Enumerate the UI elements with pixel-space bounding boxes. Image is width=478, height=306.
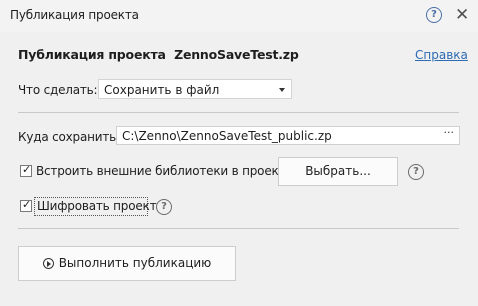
encrypt-label[interactable]: Шифровать проект [37,199,157,213]
save-path-value: C:\Zenno\ZennoSaveTest_public.zp [122,129,332,143]
action-dropdown[interactable]: Сохранить в файл [98,79,292,99]
encrypt-help-icon[interactable]: ? [156,199,172,215]
action-selected: Сохранить в файл [104,83,220,97]
embed-libraries-label[interactable]: Встроить внешние библиотеки в проект [36,164,286,178]
browse-icon[interactable]: ··· [444,126,455,139]
save-path-label: Куда сохранить: [18,130,120,144]
separator [18,112,459,113]
chevron-down-icon [279,88,285,92]
encrypt-checkbox[interactable]: ✓ [20,198,32,212]
title-bar: Публикация проекта ? ✕ [0,0,478,32]
close-icon[interactable]: ✕ [455,6,469,24]
window-title: Публикация проекта [10,8,139,22]
checkmark-icon: ✓ [22,163,32,176]
project-header: Публикация проекта ZennoSaveTest.zp [18,47,299,62]
publish-button-label: Выполнить публикацию [58,256,212,270]
publish-button[interactable]: Выполнить публикацию [18,246,236,281]
choose-button[interactable]: Выбрать... [278,157,398,186]
separator [18,228,459,229]
play-circle-icon [42,258,54,269]
embed-help-icon[interactable]: ? [408,164,424,180]
help-icon[interactable]: ? [426,7,442,23]
help-link[interactable]: Справка [415,48,468,62]
checkmark-icon: ✓ [22,198,32,211]
action-label: Что сделать: [18,83,98,97]
save-path-input[interactable]: C:\Zenno\ZennoSaveTest_public.zp ··· [116,126,460,145]
embed-libraries-checkbox[interactable]: ✓ [20,163,32,177]
